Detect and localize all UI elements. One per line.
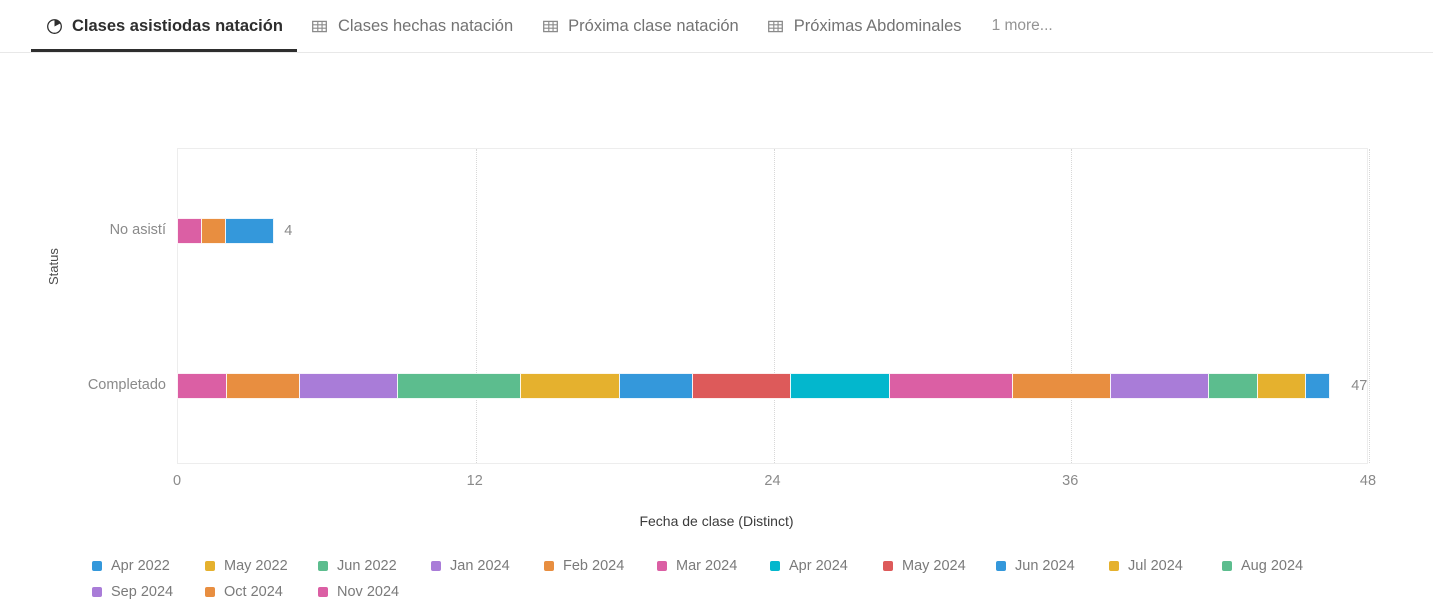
tab-label: Próxima clase natación	[568, 16, 739, 35]
gridline	[1369, 149, 1370, 463]
more-tabs-link[interactable]: 1 more...	[992, 17, 1053, 35]
legend-label: Jun 2024	[1015, 558, 1075, 574]
legend-item[interactable]: Feb 2024	[544, 558, 657, 574]
legend-label: Aug 2024	[1241, 558, 1304, 574]
legend-swatch-icon	[1109, 561, 1119, 571]
legend-label: Mar 2024	[676, 558, 738, 574]
x-tick-label: 24	[764, 473, 781, 489]
stacked-bar	[177, 218, 275, 244]
legend-swatch-icon	[431, 561, 441, 571]
legend-item[interactable]: Mar 2024	[657, 558, 770, 574]
legend-item[interactable]: Oct 2024	[205, 584, 318, 600]
chart-legend: Apr 2022 May 2022 Jun 2022 Jan 2024 Feb 2024…	[92, 558, 1352, 600]
legend-swatch-icon	[883, 561, 893, 571]
x-tick-label: 12	[466, 473, 483, 489]
bar-total-label: 47	[1351, 378, 1368, 394]
tab-label: Clases hechas natación	[337, 16, 514, 35]
bar-segment[interactable]	[618, 373, 694, 399]
legend-label: Sep 2024	[111, 584, 174, 600]
legend-swatch-icon	[92, 587, 102, 597]
legend-item[interactable]: Jul 2024	[1109, 558, 1222, 574]
bar-segment[interactable]	[1305, 373, 1331, 399]
gridline	[475, 149, 477, 463]
bar-segment[interactable]	[177, 218, 202, 244]
dashboard-tab-bar: Clases asistiodas natación Clases hechas…	[0, 0, 1433, 53]
legend-item[interactable]: Jun 2024	[996, 558, 1109, 574]
bar-segment[interactable]	[397, 373, 522, 399]
gridline	[1071, 149, 1073, 463]
y-tick-label: No asistí	[109, 222, 166, 238]
plot-area	[177, 148, 1370, 464]
legend-swatch-icon	[770, 561, 780, 571]
x-tick-label: 36	[1062, 473, 1079, 489]
legend-item[interactable]: Sep 2024	[92, 584, 205, 600]
legend-label: May 2022	[224, 558, 288, 574]
legend-swatch-icon	[1222, 561, 1232, 571]
tab-label: Próximas Abdominales	[793, 16, 962, 35]
legend-item[interactable]: Apr 2024	[770, 558, 883, 574]
legend-item[interactable]: Nov 2024	[318, 584, 431, 600]
legend-label: Feb 2024	[563, 558, 625, 574]
table-icon	[767, 17, 785, 35]
x-tick-label: 0	[172, 473, 182, 489]
legend-swatch-icon	[318, 561, 328, 571]
stacked-bar-chart: Status No asistí Completado 0 12 24 36 48 4 47…	[0, 53, 1433, 610]
legend-label: Apr 2024	[789, 558, 848, 574]
x-axis-title: Fecha de clase (Distinct)	[639, 513, 794, 529]
bar-segment[interactable]	[520, 373, 620, 399]
bar-segment[interactable]	[225, 373, 301, 399]
legend-swatch-icon	[205, 561, 215, 571]
legend-swatch-icon	[318, 587, 328, 597]
legend-swatch-icon	[205, 587, 215, 597]
tab-clases-asistidas-natacion[interactable]: Clases asistiodas natación	[31, 0, 297, 52]
legend-item[interactable]: Jun 2022	[318, 558, 431, 574]
legend-swatch-icon	[657, 561, 667, 571]
bar-total-label: 4	[284, 223, 293, 239]
legend-item[interactable]: Jan 2024	[431, 558, 544, 574]
bar-segment[interactable]	[1256, 373, 1307, 399]
bar-segment[interactable]	[888, 373, 1013, 399]
bar-segment[interactable]	[1109, 373, 1210, 399]
legend-swatch-icon	[544, 561, 554, 571]
legend-label: Jun 2022	[337, 558, 397, 574]
legend-label: Jan 2024	[450, 558, 510, 574]
y-tick-label: Completado	[87, 377, 166, 393]
bar-segment[interactable]	[790, 373, 890, 399]
gridline	[773, 149, 775, 463]
legend-label: Oct 2024	[224, 584, 283, 600]
bar-segment[interactable]	[1011, 373, 1111, 399]
table-icon	[541, 17, 559, 35]
bar-segment[interactable]	[299, 373, 399, 399]
legend-swatch-icon	[92, 561, 102, 571]
tab-clases-hechas-natacion[interactable]: Clases hechas natación	[297, 0, 527, 52]
bar-segment[interactable]	[692, 373, 792, 399]
legend-item[interactable]: Aug 2024	[1222, 558, 1335, 574]
x-tick-label: 48	[1359, 473, 1377, 489]
tab-label: Clases asistiodas natación	[72, 16, 283, 35]
legend-item[interactable]: May 2024	[883, 558, 996, 574]
bar-segment[interactable]	[1208, 373, 1258, 399]
bar-segment[interactable]	[200, 218, 226, 244]
legend-label: Jul 2024	[1128, 558, 1183, 574]
tab-proximas-abdominales[interactable]: Próximas Abdominales	[753, 0, 976, 52]
clock-pie-icon	[45, 17, 63, 35]
bar-segment[interactable]	[177, 373, 227, 399]
legend-label: May 2024	[902, 558, 966, 574]
table-icon	[311, 17, 329, 35]
legend-item[interactable]: Apr 2022	[92, 558, 205, 574]
bar-segment[interactable]	[224, 218, 275, 244]
tab-proxima-clase-natacion[interactable]: Próxima clase natación	[527, 0, 753, 52]
legend-label: Apr 2022	[111, 558, 170, 574]
legend-label: Nov 2024	[337, 584, 400, 600]
stacked-bar	[177, 373, 1331, 399]
y-axis-title: Status	[46, 248, 61, 285]
legend-swatch-icon	[996, 561, 1006, 571]
legend-item[interactable]: May 2022	[205, 558, 318, 574]
